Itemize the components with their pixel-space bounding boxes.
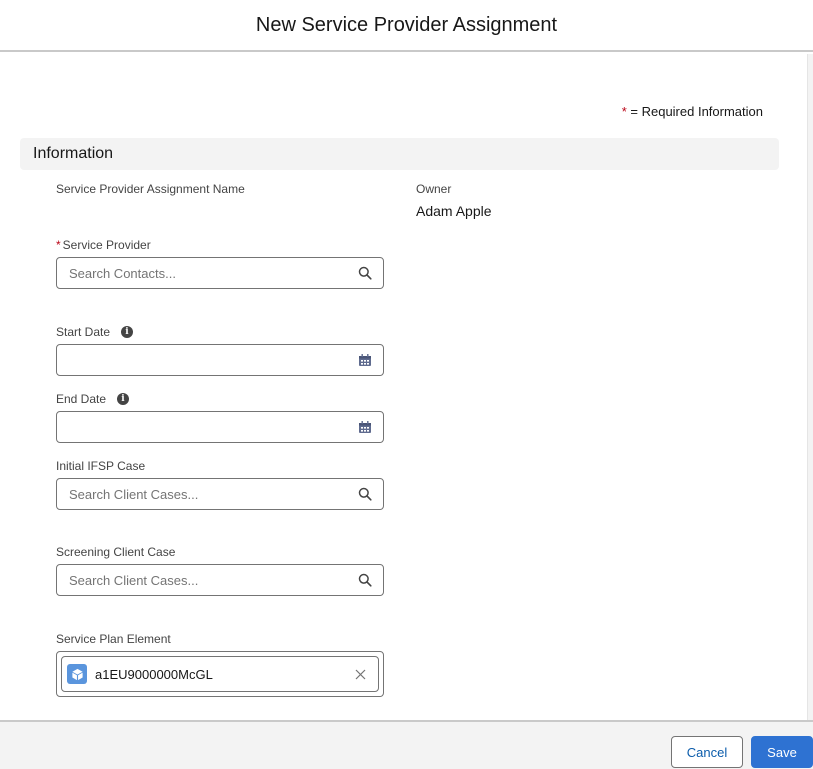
owner-label: Owner — [416, 182, 452, 196]
modal-header: New Service Provider Assignment — [0, 0, 813, 52]
section-header-information: Information — [20, 138, 779, 170]
selected-record-pill[interactable]: a1EU9000000McGL — [61, 656, 379, 692]
service-provider-label: * Service Provider — [56, 238, 151, 252]
calendar-icon[interactable] — [357, 419, 373, 435]
info-icon[interactable]: i — [121, 326, 133, 338]
required-star: * — [56, 238, 61, 252]
screening-client-case-placeholder: Search Client Cases... — [69, 572, 199, 588]
object-cube-icon — [67, 664, 87, 684]
search-icon[interactable] — [357, 486, 373, 502]
search-icon[interactable] — [357, 572, 373, 588]
modal-title: New Service Provider Assignment — [255, 13, 558, 36]
name-label: Service Provider Assignment Name — [56, 182, 245, 196]
start-date-input[interactable] — [56, 344, 384, 376]
scrollbar[interactable] — [807, 54, 813, 720]
save-button[interactable]: Save — [751, 736, 813, 768]
modal-footer: Cancel Save — [0, 720, 813, 769]
search-icon[interactable] — [357, 265, 373, 281]
required-star: * — [621, 104, 627, 119]
screening-client-case-input[interactable]: Search Client Cases... — [56, 564, 384, 596]
cancel-button[interactable]: Cancel — [671, 736, 743, 768]
service-plan-element-label: Service Plan Element — [56, 632, 171, 646]
service-provider-input[interactable]: Search Contacts... — [56, 257, 384, 289]
required-note-text: = Required Information — [630, 104, 763, 119]
service-provider-label-text: Service Provider — [62, 238, 151, 252]
screening-client-case-label: Screening Client Case — [56, 545, 176, 559]
close-icon[interactable] — [352, 666, 368, 682]
start-date-label: Start Date — [56, 325, 111, 339]
end-date-label: End Date — [56, 392, 107, 406]
selected-record-name: a1EU9000000McGL — [95, 666, 213, 682]
calendar-icon[interactable] — [357, 352, 373, 368]
initial-ifsp-case-label: Initial IFSP Case — [56, 459, 146, 473]
owner-value: Adam Apple — [416, 203, 492, 219]
initial-ifsp-case-input[interactable]: Search Client Cases... — [56, 478, 384, 510]
service-plan-element-input[interactable]: a1EU9000000McGL — [56, 651, 384, 697]
initial-ifsp-case-placeholder: Search Client Cases... — [69, 486, 199, 502]
required-information-note: * = Required Information — [622, 104, 763, 119]
section-title: Information — [33, 145, 114, 162]
end-date-input[interactable] — [56, 411, 384, 443]
service-provider-placeholder: Search Contacts... — [69, 265, 176, 281]
info-icon[interactable]: i — [117, 393, 129, 405]
